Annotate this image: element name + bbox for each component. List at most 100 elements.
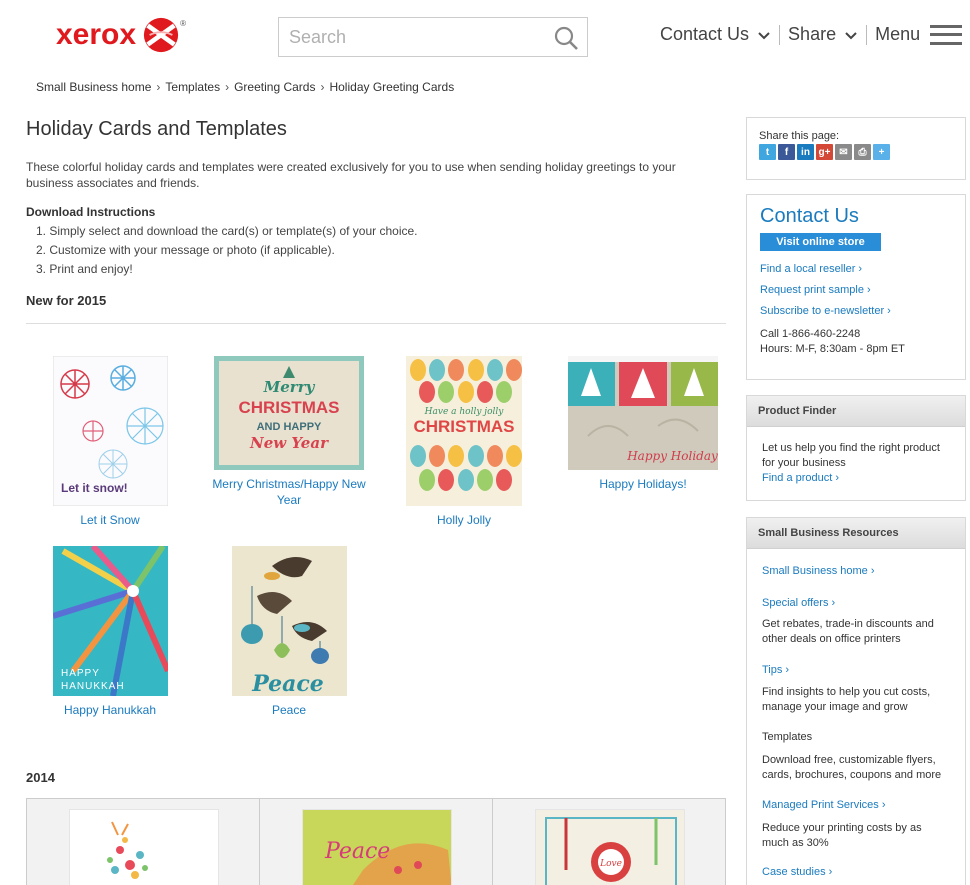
heading-2014: 2014 [26, 770, 55, 785]
card-caption[interactable]: Holly Jolly [380, 512, 548, 528]
merry-christmas-thumbnail[interactable]: Merry CHRISTMAS AND HAPPY New Year [214, 356, 364, 470]
happy-holidays-thumb-text: Happy Holidays! [626, 449, 718, 463]
chevron-down-icon [758, 31, 770, 39]
visit-online-store-button[interactable]: Visit online store [760, 233, 881, 251]
download-instructions-heading: Download Instructions [26, 205, 156, 219]
find-product-link[interactable]: Find a product › [762, 472, 839, 484]
and-happy-thumb-text: AND HAPPY [257, 421, 322, 433]
product-finder-body: Let us help you find the right product f… [747, 427, 965, 500]
email-icon[interactable]: ✉ [835, 144, 852, 160]
case-studies-link[interactable]: Case studies › [762, 865, 950, 880]
breadcrumb-templates[interactable]: Templates [165, 80, 220, 94]
holly-jolly-thumbnail[interactable]: Have a holly jolly CHRISTMAS [406, 356, 522, 506]
search-icon[interactable] [553, 25, 579, 51]
product-finder-heading: Product Finder [747, 396, 965, 427]
breadcrumb-greeting-cards[interactable]: Greeting Cards [234, 80, 315, 94]
cards-2014-grid: Peace Love [26, 798, 726, 885]
card-peace[interactable]: Peace Peace [204, 546, 374, 718]
section-divider [26, 323, 726, 324]
small-business-resources-box: Small Business Resources Small Business … [746, 517, 966, 885]
let-it-snow-thumb-text: Let it snow! [61, 481, 128, 495]
happy-holidays-thumbnail[interactable]: Happy Holidays! [568, 356, 718, 470]
contact-us-label: Contact Us [660, 24, 750, 44]
peace-thumb-text: Peace [251, 671, 324, 696]
step-item: 3. Print and enjoy! [36, 262, 133, 276]
nav-divider [779, 24, 781, 45]
twitter-icon[interactable]: t [759, 144, 776, 160]
happy-hanukkah-thumbnail[interactable]: HAPPY HANUKKAH [52, 546, 168, 696]
page-title: Holiday Cards and Templates [26, 118, 287, 140]
managed-print-services-link[interactable]: Managed Print Services › [762, 798, 950, 813]
special-offers-link[interactable]: Special offers › [762, 596, 950, 611]
breadcrumb-separator: › [156, 80, 161, 94]
card-2014-thumbnail[interactable]: Peace [302, 809, 452, 885]
card-holly-jolly[interactable]: Have a holly jolly CHRISTMAS Holly Jolly [380, 356, 548, 528]
peace-dove-card-art: Peace [303, 810, 451, 885]
googleplus-icon[interactable]: g+ [816, 144, 833, 160]
holly-jolly-thumb-text-1: Have a holly jolly [424, 407, 505, 417]
let-it-snow-thumbnail[interactable]: Let it snow! [52, 356, 168, 506]
ornament-card-art: Love [536, 810, 684, 885]
more-share-icon[interactable]: + [873, 144, 890, 160]
peace-2014-text: Peace [324, 839, 390, 864]
step-item: 1. Simply select and download the card(s… [36, 224, 418, 238]
hamburger-icon [930, 24, 963, 45]
step-item: 2. Customize with your message or photo … [36, 243, 335, 257]
managed-print-text: Reduce your printing costs by as much as… [762, 822, 922, 849]
card-caption[interactable]: Merry Christmas/Happy New Year [204, 476, 374, 508]
linkedin-icon[interactable]: in [797, 144, 814, 160]
card-2014-thumbnail[interactable] [69, 809, 219, 885]
contact-hours: Hours: M-F, 8:30am - 8pm ET [760, 343, 905, 355]
print-icon[interactable]: ⎙ [854, 144, 871, 160]
card-2014-cell[interactable]: Love [493, 799, 725, 885]
templates-label: Templates [762, 731, 813, 743]
card-caption[interactable]: Let it Snow [26, 512, 194, 528]
logo-wordmark: xerox [56, 18, 137, 51]
share-box: Share this page: t f in g+ ✉ ⎙ + [746, 117, 966, 180]
contact-us-menu[interactable]: Contact Us [660, 24, 771, 45]
find-reseller-link[interactable]: Find a local reseller › [760, 263, 952, 275]
registered-mark: ® [180, 18, 186, 28]
templates-text: Download free, customizable flyers, card… [762, 754, 942, 781]
chevron-down-icon [845, 31, 857, 39]
new-year-thumb-text: New Year [249, 434, 329, 452]
card-caption[interactable]: Happy Hanukkah [26, 702, 194, 718]
christmas-thumb-text: CHRISTMAS [238, 398, 339, 417]
search-box [278, 17, 588, 57]
main-menu[interactable]: Menu [875, 24, 963, 45]
new-for-2015-heading: New for 2015 [26, 293, 107, 308]
breadcrumb-small-business-home[interactable]: Small Business home [36, 80, 151, 94]
card-caption[interactable]: Peace [204, 702, 374, 718]
tips-text: Find insights to help you cut costs, man… [762, 686, 931, 713]
hanukkah-thumb-text-1: HAPPY [61, 668, 100, 679]
resources-body: Small Business home › Special offers › G… [747, 549, 965, 885]
card-let-it-snow[interactable]: Let it snow! Let it Snow [26, 356, 194, 528]
share-label: Share this page: [759, 130, 840, 142]
breadcrumb-separator: › [225, 80, 230, 94]
card-happy-hanukkah[interactable]: HAPPY HANUKKAH Happy Hanukkah [26, 546, 194, 718]
card-happy-holidays[interactable]: Happy Holidays! Happy Holidays! [558, 356, 728, 492]
small-business-home-link[interactable]: Small Business home › [762, 564, 950, 579]
search-input[interactable] [279, 18, 549, 56]
request-print-sample-link[interactable]: Request print sample › [760, 284, 952, 296]
xerox-logo[interactable]: xerox ® [56, 16, 186, 54]
card-merry-christmas[interactable]: Merry CHRISTMAS AND HAPPY New Year Merry… [204, 356, 374, 508]
share-menu[interactable]: Share [788, 24, 858, 45]
breadcrumb: Small Business home › Templates › Greeti… [36, 80, 454, 94]
card-2014-thumbnail[interactable]: Love [535, 809, 685, 885]
facebook-icon[interactable]: f [778, 144, 795, 160]
share-icons: t f in g+ ✉ ⎙ + [759, 144, 953, 160]
card-2014-cell[interactable]: Peace [260, 799, 493, 885]
special-offers-text: Get rebates, trade-in discounts and othe… [762, 618, 934, 645]
peace-thumbnail[interactable]: Peace [231, 546, 347, 696]
share-label: Share [788, 24, 837, 44]
card-caption[interactable]: Happy Holidays! [558, 476, 728, 492]
xerox-ball-icon [143, 17, 179, 53]
subscribe-newsletter-link[interactable]: Subscribe to e-newsletter › [760, 305, 952, 317]
download-steps: 1. Simply select and download the card(s… [36, 222, 726, 279]
breadcrumb-current: Holiday Greeting Cards [329, 80, 455, 94]
contact-info: Call 1-866-460-2248 Hours: M-F, 8:30am -… [760, 327, 952, 357]
card-2014-cell[interactable] [27, 799, 260, 885]
tips-link[interactable]: Tips › [762, 663, 950, 678]
resources-heading: Small Business Resources [747, 518, 965, 549]
